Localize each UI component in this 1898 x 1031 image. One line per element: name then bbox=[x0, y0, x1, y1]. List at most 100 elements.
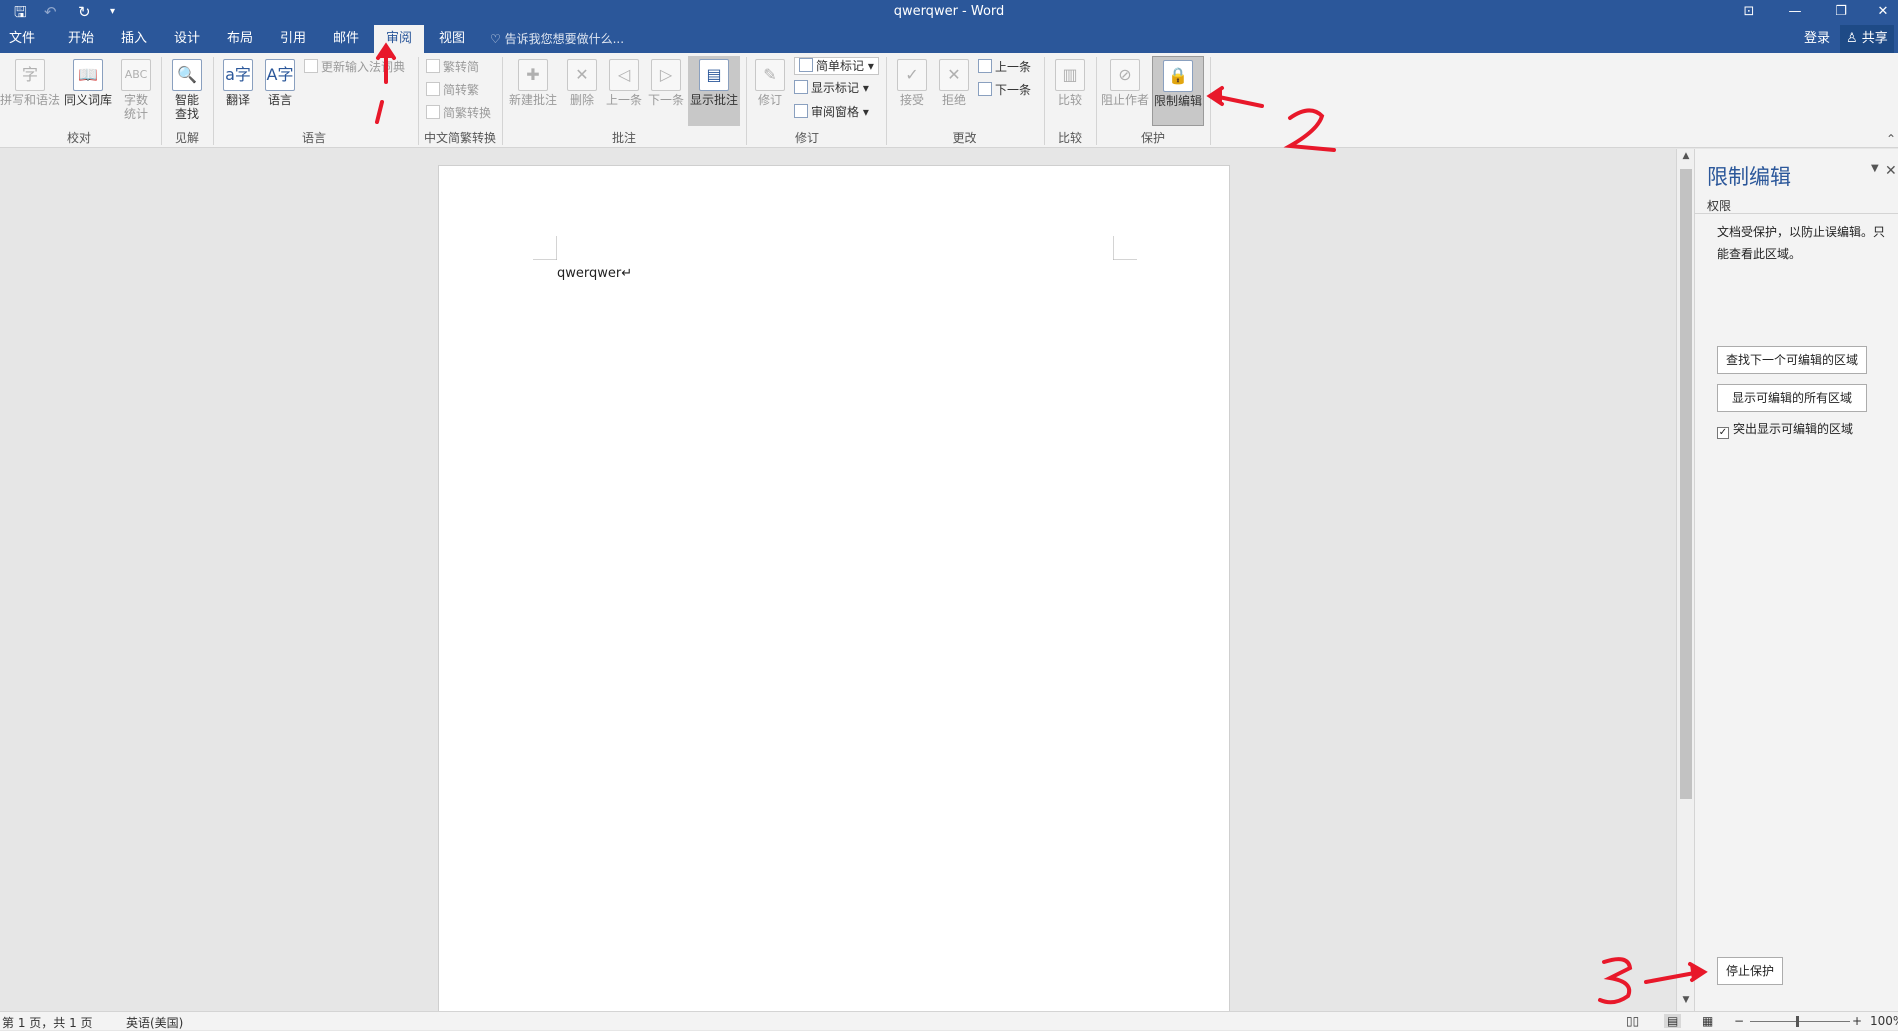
previous-change-icon bbox=[978, 59, 992, 73]
zoom-level[interactable]: 100% bbox=[1870, 1014, 1898, 1028]
stop-protection-button[interactable]: 停止保护 bbox=[1717, 957, 1783, 985]
reviewing-pane-dropdown[interactable]: 审阅窗格 ▾ bbox=[794, 104, 869, 120]
title-bar: 🖫 ↶ ↻ ▾ qwerqwer - Word ⊡ — ❐ ✕ bbox=[0, 0, 1898, 25]
zoom-in-icon[interactable]: + bbox=[1852, 1014, 1862, 1028]
web-layout-icon[interactable]: ▦ bbox=[1702, 1014, 1713, 1028]
ribbon-display-icon[interactable]: ⊡ bbox=[1726, 0, 1772, 25]
tell-me-search[interactable]: ♡ 告诉我您想要做什么... bbox=[490, 25, 624, 53]
update-ime-dictionary-button[interactable]: 更新输入法词典 bbox=[304, 59, 405, 75]
restrict-editing-button[interactable]: 🔒 限制编辑 bbox=[1152, 56, 1204, 126]
track-changes-icon: ✎ bbox=[755, 59, 785, 91]
scroll-up-icon[interactable]: ▲ bbox=[1677, 151, 1695, 161]
group-label-tracking: 修订 bbox=[794, 131, 819, 145]
language-button[interactable]: A字 语言 bbox=[260, 59, 300, 107]
ribbon-tab-row: 文件 开始 插入 设计 布局 引用 邮件 审阅 视图 ♡ 告诉我您想要做什么..… bbox=[0, 25, 1898, 53]
markup-display-select[interactable]: 简单标记 ▾ bbox=[794, 57, 879, 75]
group-label-language: 语言 bbox=[301, 131, 326, 145]
word-count-button[interactable]: ABC 字数 统计 bbox=[116, 59, 156, 121]
new-comment-icon: ✚ bbox=[518, 59, 548, 91]
permissions-section-label: 权限 bbox=[1707, 199, 1732, 213]
tab-home[interactable]: 开始 bbox=[57, 25, 105, 53]
show-markup-dropdown[interactable]: 显示标记 ▾ bbox=[794, 80, 869, 96]
pane-options-icon[interactable]: ▼ bbox=[1871, 163, 1879, 174]
restore-button[interactable]: ❐ bbox=[1818, 0, 1864, 25]
restrict-editing-pane: 限制编辑 ▼ ✕ 权限 文档受保护，以防止误编辑。只能查看此区域。 查找下一个可… bbox=[1694, 149, 1898, 1011]
next-change-button[interactable]: 下一条 bbox=[978, 82, 1031, 98]
spell-check-icon: 字 bbox=[15, 59, 45, 91]
compare-button[interactable]: ▥ 比较 bbox=[1050, 59, 1090, 107]
accept-button[interactable]: ✓ 接受 bbox=[892, 59, 932, 107]
next-comment-icon: ▷ bbox=[651, 59, 681, 91]
show-comments-button[interactable]: ▤ 显示批注 bbox=[688, 56, 740, 126]
track-changes-button[interactable]: ✎ 修订 bbox=[752, 59, 788, 107]
pane-title: 限制编辑 bbox=[1707, 165, 1791, 189]
group-label-compare: 比较 bbox=[1057, 131, 1082, 145]
tab-mailings[interactable]: 邮件 bbox=[322, 25, 370, 53]
markup-icon bbox=[799, 58, 813, 72]
sign-in-link[interactable]: 登录 bbox=[1804, 25, 1830, 53]
print-layout-icon[interactable]: ▤ bbox=[1664, 1014, 1682, 1028]
read-mode-icon[interactable]: ▯▯ bbox=[1626, 1014, 1639, 1028]
crop-mark-top-left bbox=[533, 236, 557, 260]
previous-change-button[interactable]: 上一条 bbox=[978, 59, 1031, 75]
spelling-grammar-button[interactable]: 字拼写和语法 bbox=[0, 59, 60, 107]
simplified-to-traditional-button[interactable]: 简转繁 bbox=[426, 82, 479, 98]
thesaurus-button[interactable]: 📖 同义词库 bbox=[62, 59, 114, 107]
translate-button[interactable]: a字 翻译 bbox=[218, 59, 258, 107]
group-label-insights: 见解 bbox=[174, 131, 199, 145]
delete-comment-button[interactable]: ✕ 删除 bbox=[562, 59, 602, 107]
zoom-out-icon[interactable]: − bbox=[1734, 1014, 1744, 1028]
tab-insert[interactable]: 插入 bbox=[110, 25, 158, 53]
previous-comment-icon: ◁ bbox=[609, 59, 639, 91]
translate-icon: a字 bbox=[223, 59, 253, 91]
document-text[interactable]: qwerqwer↵ bbox=[557, 266, 632, 281]
delete-comment-icon: ✕ bbox=[567, 59, 597, 91]
pane-close-icon[interactable]: ✕ bbox=[1885, 163, 1897, 179]
scroll-thumb[interactable] bbox=[1680, 169, 1692, 799]
block-authors-icon: ⊘ bbox=[1110, 59, 1140, 91]
traditional-to-simplified-button[interactable]: 繁转简 bbox=[426, 59, 479, 75]
tab-layout[interactable]: 布局 bbox=[216, 25, 264, 53]
show-all-regions-button[interactable]: 显示可编辑的所有区域 bbox=[1717, 384, 1867, 412]
group-label-proofing: 校对 bbox=[66, 131, 91, 145]
minimize-button[interactable]: — bbox=[1772, 0, 1818, 25]
language-status[interactable]: 英语(美国) bbox=[126, 1014, 183, 1031]
vertical-scrollbar[interactable]: ▲ ▼ bbox=[1676, 149, 1694, 1011]
show-markup-icon bbox=[794, 80, 808, 94]
group-label-protect: 保护 bbox=[1140, 131, 1165, 145]
tab-references[interactable]: 引用 bbox=[269, 25, 317, 53]
group-label-comments: 批注 bbox=[611, 131, 636, 145]
smart-lookup-button[interactable]: 🔍 智能 查找 bbox=[166, 59, 208, 121]
window-title: qwerqwer - Word bbox=[893, 4, 1005, 19]
next-comment-button[interactable]: ▷ 下一条 bbox=[646, 59, 686, 107]
page-count[interactable]: 第 1 页，共 1 页 bbox=[2, 1014, 93, 1031]
previous-comment-button[interactable]: ◁ 上一条 bbox=[604, 59, 644, 107]
group-label-changes: 更改 bbox=[952, 131, 977, 145]
find-next-region-button[interactable]: 查找下一个可编辑的区域 bbox=[1717, 346, 1867, 374]
new-comment-button[interactable]: ✚ 新建批注 bbox=[508, 59, 558, 107]
zoom-slider[interactable] bbox=[1750, 1021, 1850, 1022]
block-authors-button[interactable]: ⊘ 阻止作者 bbox=[1100, 59, 1150, 107]
tab-design[interactable]: 设计 bbox=[163, 25, 211, 53]
abc-count-icon: ABC bbox=[121, 59, 151, 91]
reviewing-pane-icon bbox=[794, 104, 808, 118]
tab-review[interactable]: 审阅 bbox=[374, 25, 424, 53]
zoom-slider-thumb[interactable] bbox=[1796, 1016, 1799, 1027]
ribbon: 字拼写和语法 📖 同义词库 ABC 字数 统计 校对 🔍 智能 查找 见解 a字 翻译 A字… bbox=[0, 53, 1898, 148]
share-button[interactable]: ♙ 共享 bbox=[1840, 25, 1894, 53]
close-button[interactable]: ✕ bbox=[1860, 0, 1898, 25]
s2t-icon bbox=[426, 82, 440, 96]
reject-button[interactable]: ✕ 拒绝 bbox=[934, 59, 974, 107]
checkbox-check-icon: ✓ bbox=[1717, 427, 1729, 439]
magnifier-icon: 🔍 bbox=[172, 59, 202, 91]
highlight-regions-checkbox[interactable]: ✓ 突出显示可编辑的区域 bbox=[1717, 420, 1853, 439]
tab-view[interactable]: 视图 bbox=[428, 25, 476, 53]
scroll-down-icon[interactable]: ▼ bbox=[1677, 995, 1695, 1005]
chinese-conversion-button[interactable]: 简繁转换 bbox=[426, 105, 491, 121]
collapse-ribbon-icon[interactable]: ⌃ bbox=[1886, 131, 1896, 147]
compare-icon: ▥ bbox=[1055, 59, 1085, 91]
document-page[interactable]: qwerqwer↵ bbox=[438, 165, 1230, 1015]
crop-mark-top-right bbox=[1113, 236, 1137, 260]
status-bar: 第 1 页，共 1 页 英语(美国) ▯▯ ▤ ▦ − + 100% bbox=[0, 1011, 1898, 1030]
tab-file[interactable]: 文件 bbox=[0, 25, 44, 53]
